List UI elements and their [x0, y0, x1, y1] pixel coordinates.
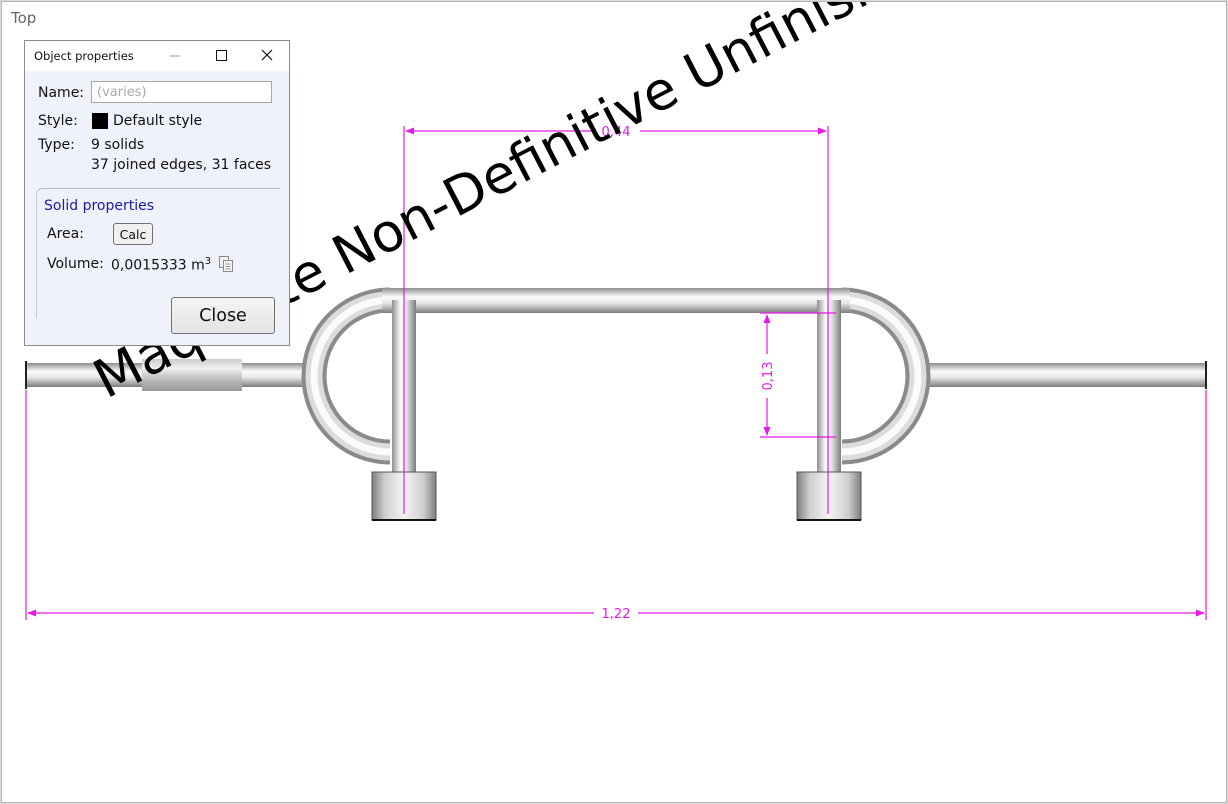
volume-value: 0,0015333 m3	[111, 256, 211, 274]
volume-exponent: 3	[204, 256, 212, 267]
dimension-122-label: 1,22	[602, 607, 631, 622]
dialog-title: Object properties	[34, 49, 134, 63]
style-value[interactable]: Default style	[113, 113, 202, 129]
top-tube	[382, 288, 850, 313]
minimize-button[interactable]	[153, 41, 197, 71]
maximize-button[interactable]	[199, 41, 243, 71]
name-label: Name:	[38, 85, 85, 101]
style-color-swatch[interactable]	[92, 113, 108, 129]
type-value-solids: 9 solids	[91, 137, 145, 153]
right-bar	[919, 363, 1206, 387]
right-foot	[796, 471, 862, 521]
style-label: Style:	[38, 113, 78, 129]
close-button[interactable]: Close	[171, 297, 275, 334]
type-value-edges: 37 joined edges, 31 faces	[91, 157, 272, 173]
dialog-titlebar[interactable]: Object properties	[25, 41, 289, 71]
volume-number: 0,0015333 m	[111, 257, 205, 274]
calc-button[interactable]: Calc	[113, 223, 153, 245]
copy-icon[interactable]	[218, 255, 234, 273]
solid-properties-title: Solid properties	[44, 198, 155, 214]
right-loop	[841, 287, 931, 465]
dimension-122	[25, 390, 1207, 620]
minimize-icon	[170, 55, 180, 57]
type-label: Type:	[38, 137, 75, 153]
close-window-button[interactable]	[245, 41, 289, 71]
right-post	[817, 300, 841, 475]
area-label: Area:	[47, 226, 84, 242]
name-input[interactable]	[91, 81, 272, 103]
object-properties-dialog[interactable]: Object properties Name: Style: Default s…	[24, 40, 290, 346]
maximize-icon	[216, 50, 227, 61]
volume-label: Volume:	[47, 256, 104, 272]
viewport[interactable]: Top 0,44 0,13 1,22 Maquette Non-Definiti…	[1, 1, 1227, 803]
left-loop	[301, 287, 391, 465]
dimension-013-label: 0,13	[761, 362, 776, 391]
close-icon	[261, 49, 273, 61]
